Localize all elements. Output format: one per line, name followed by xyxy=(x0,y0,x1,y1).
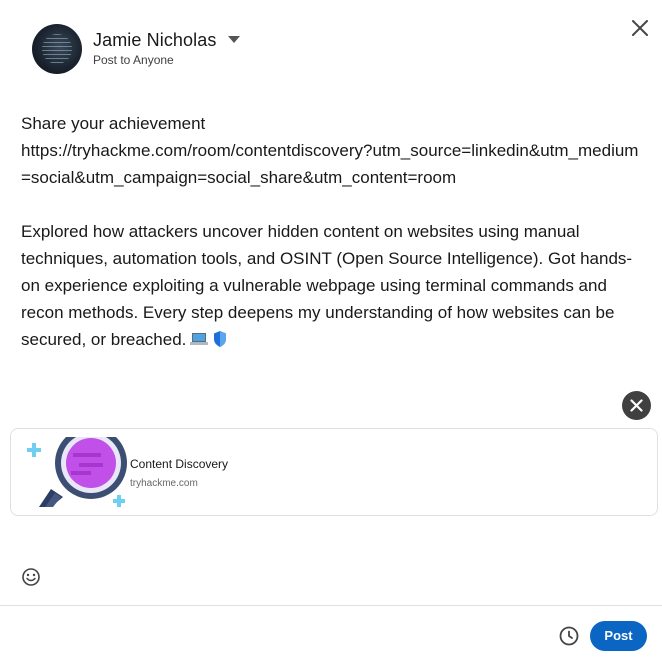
link-preview-domain: tryhackme.com xyxy=(130,478,198,489)
shield-emoji-icon xyxy=(212,329,228,347)
remove-link-preview-button[interactable] xyxy=(622,391,651,420)
post-description: Explored how attackers uncover hidden co… xyxy=(21,218,646,353)
link-preview-card[interactable]: Content Discovery tryhackme.com xyxy=(10,428,658,516)
caret-down-icon xyxy=(228,36,241,44)
close-icon xyxy=(630,399,643,412)
post-intro: Share your achievement xyxy=(21,114,206,133)
avatar-image xyxy=(42,34,72,64)
avatar xyxy=(32,24,82,74)
smiley-icon xyxy=(22,568,40,586)
author-name: Jamie Nicholas xyxy=(93,30,217,50)
post-button[interactable]: Post xyxy=(590,621,647,651)
close-button[interactable] xyxy=(626,14,654,42)
post-description-text: Explored how attackers uncover hidden co… xyxy=(21,222,633,349)
laptop-emoji-icon xyxy=(190,327,209,345)
schedule-post-button[interactable] xyxy=(557,624,581,648)
post-composer-header: Jamie Nicholas Post to Anyone xyxy=(0,0,662,90)
emoji-button[interactable] xyxy=(20,566,42,588)
post-link: https://tryhackme.com/room/contentdiscov… xyxy=(21,141,639,187)
link-preview-thumbnail xyxy=(27,437,127,507)
footer-divider xyxy=(0,605,662,606)
post-text-editor[interactable]: Share your achievement https://tryhackme… xyxy=(21,110,646,353)
clock-icon xyxy=(559,626,579,646)
close-icon xyxy=(632,20,648,36)
link-preview-title: Content Discovery xyxy=(130,457,229,471)
author-selector[interactable]: Jamie Nicholas xyxy=(93,30,241,51)
visibility-label: Post to Anyone xyxy=(93,53,174,67)
